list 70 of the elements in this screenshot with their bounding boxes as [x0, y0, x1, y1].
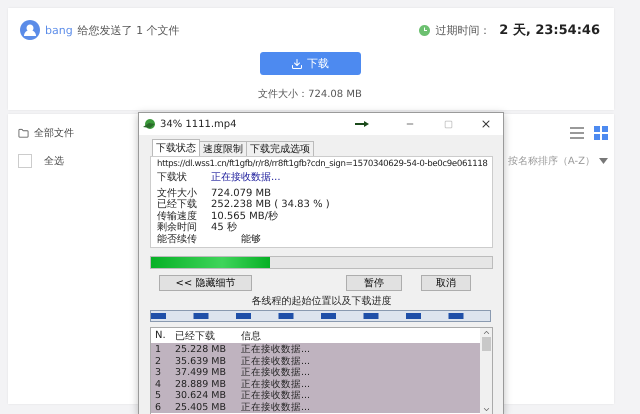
column-header: N. — [155, 330, 167, 341]
scroll-down-icon[interactable] — [482, 405, 490, 414]
table-cell-text: 25.228 MB — [175, 344, 227, 355]
grid-view-icon[interactable] — [594, 126, 608, 140]
breadcrumb[interactable]: 全部文件 — [34, 126, 74, 140]
field-value: 45 秒 — [211, 222, 238, 234]
field-label: 文件大小 — [157, 188, 198, 198]
folder-icon — [18, 128, 29, 138]
thread-row[interactable]: 4 28.889 MB 正在接收数据... — [151, 378, 480, 390]
hide-details-button[interactable]: << 隐藏细节 — [159, 275, 252, 291]
table-cell-text: 正在接收数据... — [241, 343, 312, 356]
field-label: 剩余时间 — [157, 222, 198, 234]
tab[interactable]: 速度限制 — [199, 141, 247, 156]
expiry-label: 过期时间： — [435, 22, 490, 38]
download-icon — [291, 58, 303, 70]
cancel-button[interactable]: 取消 — [421, 275, 471, 291]
thread-row[interactable]: 3 37.499 MB 正在接收数据... — [151, 366, 480, 378]
clock-icon — [419, 24, 430, 36]
thread-row[interactable]: 5 30.624 MB 正在接收数据... — [151, 389, 480, 401]
thread-row[interactable]: 1 25.228 MB 正在接收数据... — [151, 343, 480, 355]
table-cell-text: 25.405 MB — [175, 402, 227, 413]
table-cell-text: 正在接收数据... — [241, 400, 312, 414]
thread-row[interactable]: 2 35.639 MB 正在接收数据... — [151, 354, 480, 366]
caret-icon[interactable] — [599, 158, 608, 164]
scrollbar[interactable] — [480, 328, 492, 414]
expiry-time: 2 天, 23:54:46 — [499, 22, 600, 39]
scrollbar-thumb[interactable] — [482, 337, 490, 351]
field-value: 724.079 MB — [211, 188, 272, 199]
pause-button[interactable]: 暂停 — [346, 275, 402, 291]
avatar-icon — [20, 20, 40, 40]
file-size: 文件大小：724.08 MB — [258, 88, 362, 101]
field-label: 传输速度 — [157, 210, 198, 222]
table-cell-text: 2 — [155, 356, 162, 367]
thread-row[interactable]: 6 25.405 MB 正在接收数据... — [151, 400, 480, 413]
message-text: 给您发送了 1 个文件 — [78, 22, 180, 38]
table-cell-text: 正在接收数据... — [241, 366, 312, 379]
list-view-icon[interactable] — [570, 126, 584, 140]
table-cell-text: 1 — [155, 344, 162, 355]
field-value: 能够 — [240, 234, 262, 245]
select-all-label: 全选 — [44, 154, 64, 168]
close-icon — [480, 118, 492, 130]
field-label: 能否续传 — [157, 234, 198, 245]
table-cell-text: 4 — [155, 378, 162, 390]
table-cell-text: 正在接收数据... — [241, 389, 312, 402]
status-label: 下载状 — [157, 172, 188, 184]
globe-icon — [143, 118, 156, 130]
table-cell-text: 30.624 MB — [175, 390, 227, 402]
column-header: 信息 — [241, 330, 262, 342]
table-cell-text: 3 — [155, 367, 162, 378]
window-title: 34% 1111.mp4 — [160, 118, 238, 130]
field-value: 252.238 MB ( 34.83 % ) — [211, 199, 331, 210]
table-cell-text: 正在接收数据... — [241, 378, 312, 390]
tab[interactable]: 下载完成选项 — [246, 141, 314, 156]
select-all-checkbox[interactable] — [18, 154, 32, 168]
arrow-icon — [355, 121, 369, 127]
download-url: https://dl.wss1.cn/ft1gfb/r/r8/rr8ft1gfb?cdn_sign=1570340629-54-0-be0c9e061118 — [157, 159, 488, 170]
table-cell-text: 37.499 MB — [175, 367, 227, 378]
table-cell-text: 5 — [155, 390, 162, 402]
status-value: 正在接收数据... — [211, 172, 282, 184]
field-label: 已经下载 — [157, 199, 198, 210]
threads-caption: 各线程的起始位置以及下载进度 — [252, 294, 392, 308]
table-cell-text: 正在接收数据... — [241, 354, 312, 367]
maximize-icon — [444, 120, 452, 128]
scroll-up-icon[interactable] — [482, 328, 490, 337]
tab[interactable]: 下载状态 — [152, 139, 200, 156]
field-value: 10.565 MB/秒 — [211, 210, 280, 222]
table-cell-text: 6 — [155, 402, 162, 413]
column-header: 已经下载 — [175, 330, 216, 342]
table-cell-text: 28.889 MB — [175, 378, 227, 390]
table-cell-text: 35.639 MB — [175, 356, 227, 367]
